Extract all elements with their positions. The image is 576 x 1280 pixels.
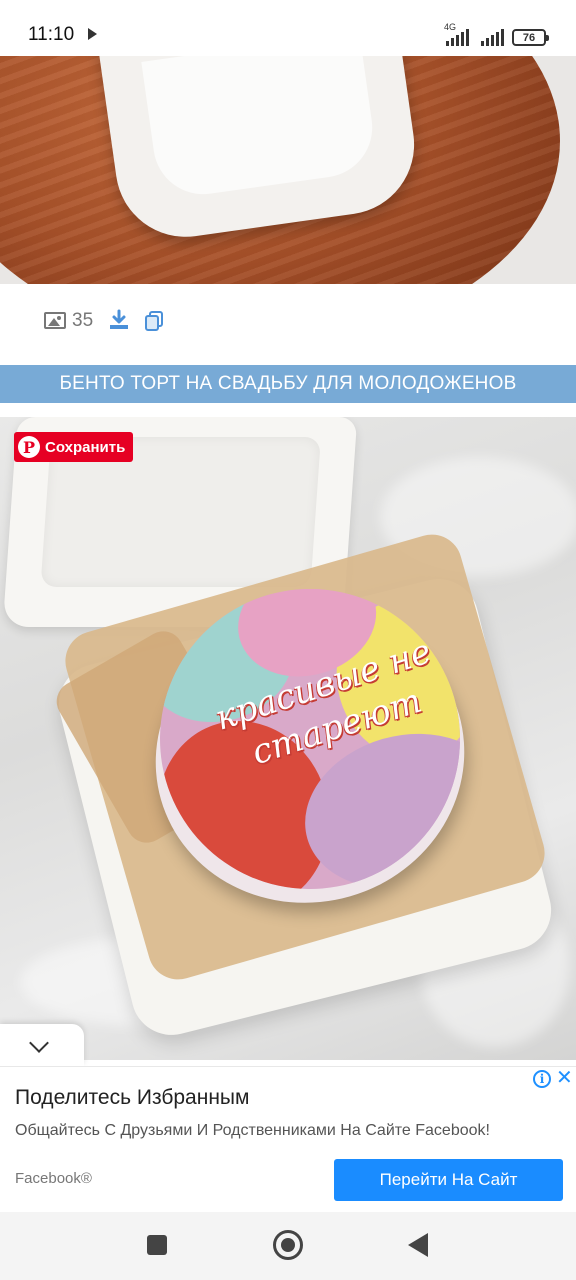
cake-photo[interactable]: красивые не стареют [0,417,576,1060]
play-icon [88,28,97,40]
battery-level: 76 [522,31,536,44]
mobile-signal-icon: 4G [444,22,469,46]
status-bar: 11:10 4G 76 [0,0,576,56]
info-icon[interactable]: i [533,1070,551,1088]
pinterest-icon: P [18,436,40,458]
previous-photo[interactable] [0,56,576,284]
ad-subtitle: Общайтесь С Друзьями И Родственниками На… [15,1122,490,1139]
battery-icon: 76 [512,29,549,46]
ad-brand: Facebook® [15,1170,92,1187]
network-type: 4G [444,22,457,32]
recents-button[interactable] [147,1235,167,1255]
save-label: Сохранить [45,438,126,456]
pinterest-save-button[interactable]: P Сохранить [14,432,134,462]
home-button[interactable] [273,1230,303,1260]
download-icon[interactable] [108,309,130,331]
collapse-ad-button[interactable] [0,1024,84,1066]
image-icon [44,312,66,329]
ad-title: Поделитесь Избранным [15,1086,250,1109]
visit-site-button[interactable]: Перейти На Сайт [334,1159,563,1201]
back-button[interactable] [408,1233,428,1257]
close-icon[interactable]: ✕ [556,1068,573,1088]
chevron-down-icon [29,1033,49,1053]
status-indicators: 4G 76 [444,22,549,46]
photo-count: 35 [72,310,94,331]
section-title: БЕНТО ТОРТ НА СВАДЬБУ ДЛЯ МОЛОДОЖЕНОВ [0,365,576,403]
status-time: 11:10 [28,24,75,45]
copy-icon[interactable] [143,310,165,332]
signal-strength-icon [481,28,504,46]
